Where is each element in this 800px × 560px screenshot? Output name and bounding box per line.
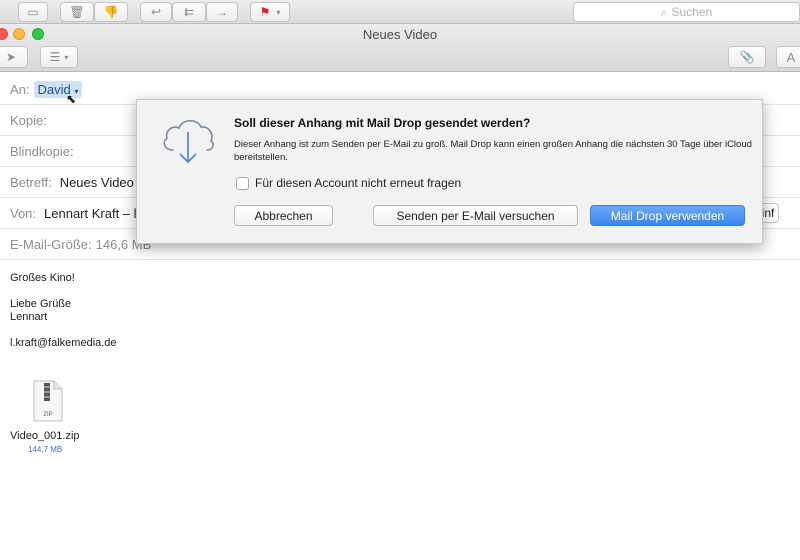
- paperclip-icon: 📎: [739, 50, 755, 64]
- body-line: l.kraft@falkemedia.de: [10, 337, 117, 349]
- reply-button[interactable]: ↩: [140, 2, 172, 22]
- junk-button[interactable]: 👎: [94, 2, 128, 22]
- reply-all-icon: ⇇: [183, 5, 195, 19]
- junk-icon: 👎: [103, 5, 119, 19]
- size-label: E-Mail-Größe:: [10, 236, 92, 252]
- bcc-label: Blindkopie:: [10, 143, 74, 159]
- attach-button[interactable]: 📎: [728, 46, 766, 68]
- archive-button[interactable]: ▭: [18, 2, 48, 22]
- use-mail-drop-button[interactable]: Mail Drop verwenden: [590, 205, 745, 226]
- search-icon: ⌕: [660, 4, 668, 19]
- flag-button[interactable]: ⚑ ▾: [250, 2, 290, 22]
- search-input[interactable]: ⌕ Suchen: [573, 2, 800, 22]
- body-line: Großes Kino!: [10, 272, 75, 284]
- body-line: Liebe Grüße: [10, 298, 72, 310]
- reply-icon: ↩: [150, 5, 162, 19]
- window-title: Neues Video: [362, 27, 438, 42]
- attachment-size: 144,7 MB: [28, 445, 63, 454]
- zip-type-label: ZIP: [43, 412, 52, 418]
- from-value[interactable]: Lennart Kraft – l.: [44, 206, 140, 221]
- checkbox[interactable]: [236, 176, 249, 190]
- chevron-down-icon: ▾: [64, 52, 69, 62]
- dialog-message: Dieser Anhang ist zum Senden per E-Mail …: [234, 139, 752, 163]
- header-fields-button[interactable]: ☰ ▾: [40, 46, 78, 68]
- chevron-down-icon: ▾: [276, 7, 281, 17]
- forward-icon: →: [216, 5, 228, 19]
- compose-titlebar: Neues Video ➤ ☰ ▾ 📎 A: [0, 24, 800, 72]
- from-label: Von:: [10, 205, 37, 221]
- send-icon: ➤: [5, 50, 17, 64]
- format-text-icon: A: [786, 49, 796, 65]
- cancel-button[interactable]: Abbrechen: [234, 205, 333, 226]
- body-line: Lennart: [10, 311, 48, 323]
- search-placeholder: Suchen: [671, 5, 713, 19]
- archive-icon: ▭: [27, 5, 39, 19]
- subject-value[interactable]: Neues Video: [60, 175, 134, 190]
- flag-icon: ⚑: [259, 5, 271, 19]
- subject-label: Betreff:: [10, 174, 52, 190]
- cc-label: Kopie:: [10, 112, 47, 128]
- attachment-name[interactable]: Video_001.zip: [10, 430, 80, 442]
- icloud-download-icon: [163, 119, 214, 164]
- compose-window: Neues Video ➤ ☰ ▾ 📎 A An: David ▾ ⬉ Kopi…: [0, 24, 800, 560]
- mail-drop-dialog: Soll dieser Anhang mit Mail Drop gesende…: [136, 99, 763, 244]
- trash-button[interactable]: 🗑: [60, 2, 94, 22]
- format-button[interactable]: A: [776, 46, 800, 68]
- dont-ask-checkbox[interactable]: Für diesen Account nicht erneut fragen: [236, 176, 461, 190]
- to-label: An:: [10, 81, 30, 97]
- send-button[interactable]: ➤: [0, 46, 28, 68]
- list-icon: ☰: [49, 50, 61, 64]
- zip-file-icon[interactable]: ZIP: [32, 380, 64, 422]
- try-email-button[interactable]: Senden per E-Mail versuchen: [373, 205, 578, 226]
- dialog-title: Soll dieser Anhang mit Mail Drop gesende…: [234, 116, 531, 130]
- trash-icon: 🗑: [69, 5, 85, 19]
- forward-button[interactable]: →: [206, 2, 238, 22]
- reply-all-button[interactable]: ⇇: [172, 2, 206, 22]
- checkbox-label: Für diesen Account nicht erneut fragen: [255, 176, 462, 190]
- main-mail-toolbar: ▭ 🗑 👎 ↩ ⇇ → ⚑ ▾ ⌕ Suchen: [0, 0, 800, 24]
- mouse-cursor-icon: ⬉: [66, 92, 77, 106]
